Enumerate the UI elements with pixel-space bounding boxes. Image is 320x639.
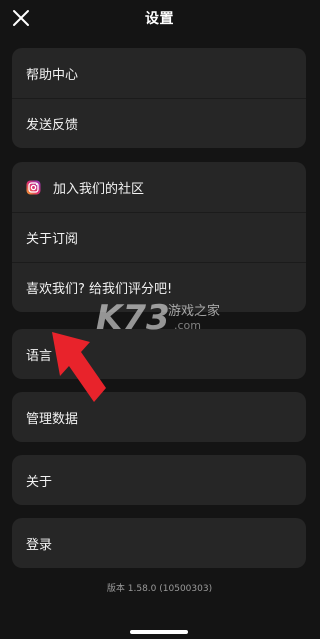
language-group: 语言 xyxy=(12,329,306,379)
rate-us-label: 喜欢我们? 给我们评分吧! xyxy=(26,282,173,297)
top-bar: 设置 xyxy=(0,0,319,34)
about-label: 关于 xyxy=(26,474,53,490)
help-center-item[interactable]: 帮助中心 xyxy=(12,48,306,98)
join-community-item[interactable]: 加入我们的社区 xyxy=(12,162,306,212)
login-label: 登录 xyxy=(26,537,53,553)
settings-screen: 设置 帮助中心 发送反馈 加入我们的社区 关于订阅 喜欢我们? 给我们评分吧! … xyxy=(0,0,319,639)
rate-us-item[interactable]: 喜欢我们? 给我们评分吧! xyxy=(12,262,306,312)
page-title: 设置 xyxy=(145,11,174,27)
language-item[interactable]: 语言 xyxy=(12,329,306,379)
instagram-icon xyxy=(26,180,41,195)
send-feedback-item[interactable]: 发送反馈 xyxy=(12,98,306,148)
manage-data-label: 管理数据 xyxy=(26,411,79,427)
data-group: 管理数据 xyxy=(12,392,306,442)
help-center-label: 帮助中心 xyxy=(26,67,79,83)
about-subscription-item[interactable]: 关于订阅 xyxy=(12,212,306,262)
send-feedback-label: 发送反馈 xyxy=(26,118,79,133)
help-group: 帮助中心 发送反馈 xyxy=(12,48,306,148)
about-item[interactable]: 关于 xyxy=(12,455,306,505)
about-subscription-label: 关于订阅 xyxy=(26,232,79,247)
language-label: 语言 xyxy=(26,348,53,364)
login-item[interactable]: 登录 xyxy=(12,518,306,568)
about-group: 关于 xyxy=(12,455,306,505)
login-group: 登录 xyxy=(12,518,306,568)
join-community-label: 加入我们的社区 xyxy=(53,181,145,197)
manage-data-item[interactable]: 管理数据 xyxy=(12,392,306,442)
community-group: 加入我们的社区 关于订阅 喜欢我们? 给我们评分吧! xyxy=(12,162,306,312)
home-indicator xyxy=(130,630,188,634)
version-text: 版本 1.58.0 (10500303) xyxy=(106,584,213,594)
